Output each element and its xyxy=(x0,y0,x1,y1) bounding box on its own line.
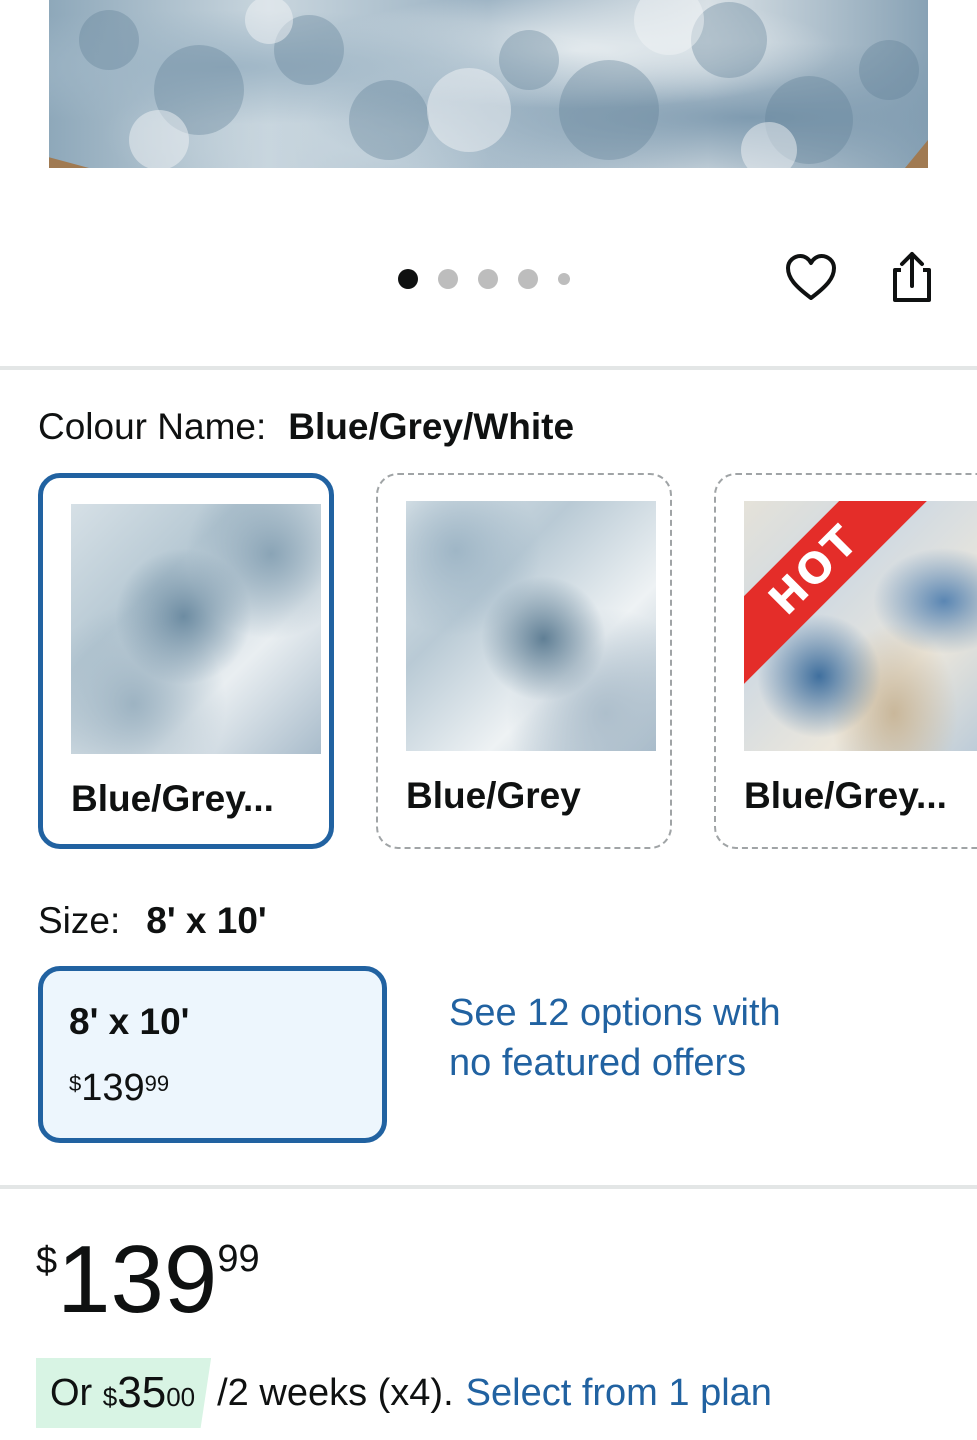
colour-selected-value: Blue/Grey/White xyxy=(288,406,575,447)
swatch-image xyxy=(406,501,656,751)
colour-option-label: Blue/Grey... xyxy=(71,778,274,819)
price-cents: 99 xyxy=(144,1071,170,1096)
pagination-dot[interactable] xyxy=(438,269,458,289)
see-options-link[interactable]: See 12 options with no featured offers xyxy=(449,988,789,1088)
currency-symbol: $ xyxy=(36,1240,58,1282)
size-row: Size: 8' x 10' xyxy=(38,900,267,942)
colour-option[interactable]: Blue/Grey... xyxy=(38,473,334,849)
size-option-price: $13999 xyxy=(69,1067,169,1110)
pagination-dot[interactable] xyxy=(478,269,498,289)
colour-name-row: Colour Name: Blue/Grey/White xyxy=(38,406,574,448)
share-icon[interactable] xyxy=(887,250,937,304)
size-selected-value: 8' x 10' xyxy=(146,900,267,941)
pagination-dot[interactable] xyxy=(518,269,538,289)
colour-option[interactable]: Blue/Grey xyxy=(376,473,672,849)
select-plan-link[interactable]: Select from 1 plan xyxy=(466,1372,772,1415)
plan-prefix: Or xyxy=(50,1371,93,1414)
price-cents: 99 xyxy=(217,1238,260,1280)
product-price: $13999 xyxy=(36,1232,260,1328)
section-divider xyxy=(0,366,977,370)
colour-label: Colour Name: xyxy=(38,406,267,447)
plan-amount-badge: Or $35 00 xyxy=(36,1358,212,1428)
hot-badge: HOT xyxy=(744,501,928,684)
currency-symbol: $ xyxy=(69,1071,82,1096)
colour-option-label: Blue/Grey... xyxy=(744,775,947,816)
colour-option-label: Blue/Grey xyxy=(406,775,581,816)
swatch-image xyxy=(71,504,321,754)
size-option[interactable]: 8' x 10' $13999 xyxy=(38,966,387,1143)
price-whole: 139 xyxy=(57,1226,218,1333)
size-label: Size: xyxy=(38,900,121,941)
payment-plan-row: Or $35 00 /2 weeks (x4). Select from 1 pl… xyxy=(36,1358,772,1428)
plan-amount-whole: 35 xyxy=(117,1368,167,1417)
swatch-image: HOT xyxy=(744,501,977,751)
pagination-dot[interactable] xyxy=(398,269,418,289)
product-image[interactable] xyxy=(49,0,928,168)
image-pagination[interactable] xyxy=(398,268,570,290)
currency-symbol: $ xyxy=(102,1381,118,1412)
plan-suffix: /2 weeks (x4). xyxy=(217,1371,454,1414)
colour-option[interactable]: HOT Blue/Grey... xyxy=(714,473,977,849)
pagination-dot[interactable] xyxy=(558,273,570,285)
size-option-label: 8' x 10' xyxy=(69,1001,190,1042)
price-whole: 139 xyxy=(81,1067,145,1109)
section-divider xyxy=(0,1185,977,1189)
plan-amount-cents: 00 xyxy=(166,1381,196,1412)
wishlist-heart-icon[interactable] xyxy=(785,252,837,304)
